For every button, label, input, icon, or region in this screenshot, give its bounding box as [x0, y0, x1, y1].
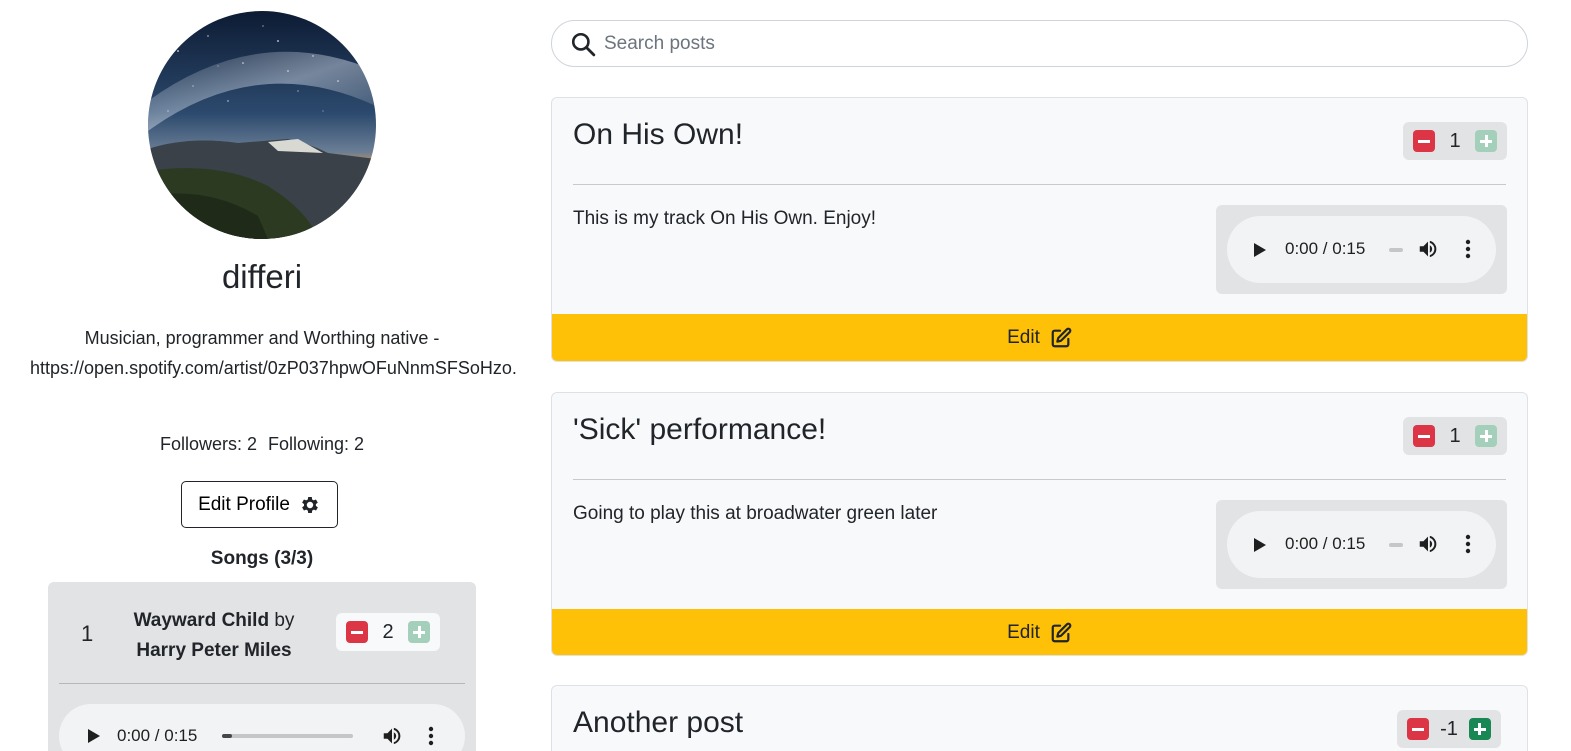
audio-progress-track[interactable] — [222, 734, 353, 738]
volume-button[interactable] — [1417, 238, 1439, 260]
audio-more-button[interactable] — [1465, 534, 1471, 554]
post-body: Going to play this at broadwater green l… — [573, 503, 938, 524]
vote-count: 2 — [382, 620, 394, 643]
post-divider — [573, 479, 1506, 480]
volume-icon — [383, 727, 401, 745]
followers-count[interactable]: Followers: 2 — [160, 434, 257, 454]
edit-post-button[interactable]: Edit — [552, 314, 1527, 361]
audio-time: 0:00 / 0:15 — [1285, 239, 1366, 258]
post-audio-player[interactable]: 0:00 / 0:15 — [1227, 511, 1496, 578]
post-audio-container: 0:00 / 0:15 — [1216, 500, 1507, 589]
search-input[interactable] — [604, 32, 1504, 55]
song-number: 1 — [81, 621, 94, 646]
plus-icon — [1480, 135, 1492, 147]
play-icon — [1254, 538, 1266, 552]
play-icon — [1254, 243, 1266, 257]
volume-icon — [1419, 535, 1437, 553]
post-title[interactable]: On His Own! — [573, 118, 743, 152]
minus-icon — [1418, 139, 1430, 143]
edit-profile-button[interactable]: Edit Profile — [181, 481, 338, 528]
play-button[interactable] — [87, 728, 101, 744]
volume-button[interactable] — [1417, 533, 1439, 555]
song-title-block: Wayward Child by Harry Peter Miles — [124, 606, 304, 666]
song-card: 1 Wayward Child by Harry Peter Miles 2 0… — [48, 582, 476, 751]
audio-more-button[interactable] — [1465, 239, 1471, 259]
downvote-button[interactable] — [1413, 425, 1435, 447]
song-audio-player[interactable]: 0:00 / 0:15 — [59, 704, 465, 751]
vote-count: 1 — [1449, 129, 1461, 152]
post-vote-widget: 1 — [1403, 417, 1507, 455]
following-count[interactable]: Following: 2 — [268, 434, 364, 454]
audio-time: 0:00 / 0:15 — [117, 726, 198, 745]
post-vote-widget: 1 — [1403, 122, 1507, 160]
downvote-button[interactable] — [1413, 130, 1435, 152]
audio-time: 0:00 / 0:15 — [1285, 534, 1366, 553]
follow-stats: Followers: 2 Following: 2 — [0, 434, 524, 455]
post-card: On His Own! 1 This is my track On His Ow… — [551, 97, 1528, 362]
profile-panel: differi Musician, programmer and Worthin… — [0, 0, 524, 751]
gear-icon — [302, 496, 318, 513]
audio-progress-bar — [1389, 248, 1403, 252]
audio-progress-bar — [1389, 543, 1403, 547]
upvote-button[interactable] — [1475, 130, 1497, 152]
more-vert-icon — [1465, 239, 1471, 259]
plus-icon — [413, 626, 425, 638]
edit-profile-label: Edit Profile — [198, 493, 290, 515]
minus-icon — [1412, 727, 1424, 731]
song-vote-widget: 2 — [336, 613, 440, 651]
audio-progress-fill — [222, 734, 232, 738]
audio-progress-track[interactable] — [1389, 248, 1403, 252]
search-bar — [551, 20, 1528, 67]
vote-count: 1 — [1449, 424, 1461, 447]
minus-icon — [351, 630, 363, 634]
audio-more-button[interactable] — [428, 726, 434, 746]
volume-icon — [1419, 240, 1437, 258]
downvote-button[interactable] — [346, 621, 368, 643]
minus-icon — [1418, 434, 1430, 438]
post-title[interactable]: Another post — [573, 706, 743, 740]
edit-post-label: Edit — [1007, 621, 1040, 643]
post-divider — [573, 184, 1506, 185]
play-button[interactable] — [1253, 242, 1267, 258]
plus-icon — [1473, 723, 1486, 735]
more-vert-icon — [428, 726, 434, 746]
song-title: Wayward Child — [133, 610, 270, 631]
avatar-image — [148, 11, 376, 239]
vote-count: -1 — [1440, 717, 1458, 740]
upvote-button[interactable] — [1468, 718, 1491, 740]
edit-post-label: Edit — [1007, 326, 1040, 348]
post-audio-player[interactable]: 0:00 / 0:15 — [1227, 216, 1496, 283]
upvote-button[interactable] — [1475, 425, 1497, 447]
audio-progress-track[interactable] — [1389, 543, 1403, 547]
post-title[interactable]: 'Sick' performance! — [573, 413, 826, 447]
post-card: 'Sick' performance! 1 Going to play this… — [551, 392, 1528, 656]
song-divider — [59, 683, 465, 684]
profile-username: differi — [221, 258, 303, 295]
song-artist: Harry Peter Miles — [136, 640, 292, 661]
post-audio-container: 0:00 / 0:15 — [1216, 205, 1507, 294]
plus-icon — [1480, 430, 1492, 442]
songs-heading: Songs (3/3) — [210, 548, 314, 569]
play-button[interactable] — [1253, 537, 1267, 553]
volume-button[interactable] — [381, 725, 403, 747]
edit-icon — [1051, 327, 1072, 347]
downvote-button[interactable] — [1407, 718, 1429, 740]
edit-icon — [1051, 622, 1072, 642]
audio-progress-bar — [222, 734, 353, 738]
post-card: Another post -1 — [551, 685, 1528, 751]
upvote-button[interactable] — [408, 621, 430, 643]
more-vert-icon — [1465, 534, 1471, 554]
profile-bio: Musician, programmer and Worthing native… — [30, 328, 517, 378]
play-icon — [88, 729, 100, 743]
post-vote-widget: -1 — [1397, 710, 1501, 748]
search-icon — [571, 32, 596, 56]
edit-post-button[interactable]: Edit — [552, 609, 1527, 655]
profile-avatar — [148, 11, 376, 239]
post-body: This is my track On His Own. Enjoy! — [573, 208, 877, 229]
song-by-label: by — [274, 610, 295, 631]
